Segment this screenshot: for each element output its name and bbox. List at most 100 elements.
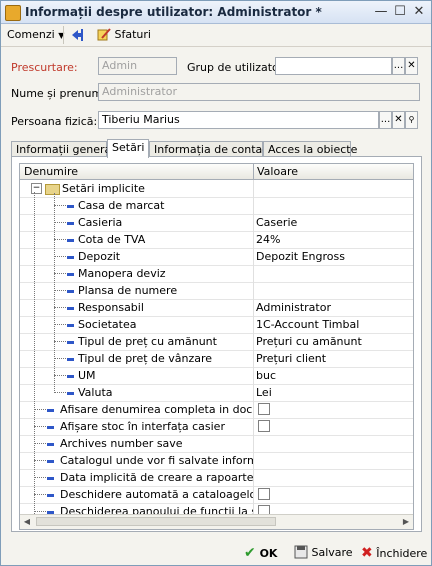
grid-row[interactable]: Casieria Caserie	[20, 214, 413, 232]
grid-cell-name: Manopera deviz	[20, 265, 254, 282]
button-bar: ✔ OK Salvare ✖ Închidere	[1, 541, 431, 565]
setting-value: Depozit Engross	[256, 250, 345, 263]
maximize-button[interactable]: ☐	[392, 4, 408, 20]
full-name-field[interactable]: Administrator	[98, 83, 420, 101]
setting-name: Tipul de preț cu amănunt	[78, 335, 217, 348]
natural-person-field[interactable]: Tiberiu Marius	[98, 111, 379, 129]
grid-cell-value[interactable]	[254, 401, 413, 418]
user-group-field[interactable]	[275, 57, 392, 75]
setting-name: Valuta	[78, 386, 113, 399]
setting-item-icon	[67, 273, 74, 276]
setting-value: 1C-Account Timbal	[256, 318, 360, 331]
grid-cell-value[interactable]: Lei	[254, 384, 413, 401]
grid-row[interactable]: Tipul de preț de vânzare Prețuri client	[20, 350, 413, 368]
grid-row[interactable]: Tipul de preț cu amănunt Prețuri cu amănu…	[20, 333, 413, 351]
grid-row[interactable]: UM buc	[20, 367, 413, 385]
back-arrow-button[interactable]	[70, 27, 86, 43]
user-group-select-button[interactable]: ...	[392, 57, 405, 75]
grid-cell-value[interactable]: 1C-Account Timbal	[254, 316, 413, 333]
grid-cell-value[interactable]: Depozit Engross	[254, 248, 413, 265]
grid-cell-value[interactable]: 24%	[254, 231, 413, 248]
natural-person-clear-button[interactable]: ✕	[392, 111, 405, 129]
grid-cell-name: Afișare stoc în interfața casier	[20, 418, 254, 435]
grid-row[interactable]: Catalogul unde vor fi salvate informații…	[20, 452, 413, 470]
tree-line	[54, 256, 66, 257]
grid-cell-value[interactable]	[254, 435, 413, 452]
abbreviation-field[interactable]: Admin	[98, 57, 177, 75]
grid-cell-value[interactable]	[254, 265, 413, 282]
column-header-name[interactable]: Denumire	[24, 165, 78, 178]
setting-checkbox[interactable]	[258, 488, 270, 500]
grid-row[interactable]: Depozit Depozit Engross	[20, 248, 413, 266]
commands-menu[interactable]: Comenzi ▼	[7, 27, 64, 43]
setting-value: Caserie	[256, 216, 298, 229]
grid-row-group[interactable]: − Setări implicite	[20, 180, 413, 198]
grid-cell-name: Data implicită de creare a rapoartelor	[20, 469, 254, 486]
close-window-button[interactable]: ✕	[411, 4, 427, 20]
natural-person-select-button[interactable]: ...	[379, 111, 392, 129]
scroll-left-icon[interactable]: ◀	[20, 515, 34, 528]
tab-object-access[interactable]: Acces la obiecte	[263, 141, 357, 157]
grid-row[interactable]: Data implicită de creare a rapoartelor	[20, 469, 413, 487]
grid-cell-value[interactable]	[254, 197, 413, 214]
hints-button[interactable]: Sfaturi	[97, 27, 151, 43]
settings-grid: Denumire Valoare − Setări implicite Casa d…	[19, 163, 414, 530]
tab-general-info[interactable]: Informații generale	[11, 141, 121, 157]
grid-row[interactable]: Afisare denumirea completa in docum...	[20, 401, 413, 419]
setting-checkbox[interactable]	[258, 420, 270, 432]
grid-row[interactable]: Plansa de numere	[20, 282, 413, 300]
grid-cell-value[interactable]: Prețuri client	[254, 350, 413, 367]
tab-settings[interactable]: Setări	[107, 139, 149, 158]
grid-cell-name: Societatea	[20, 316, 254, 333]
column-header-value[interactable]: Valoare	[257, 165, 298, 178]
close-button[interactable]: ✖ Închidere	[361, 543, 427, 563]
horizontal-scrollbar[interactable]: ◀ ▶	[20, 514, 413, 529]
setting-name: Societatea	[78, 318, 137, 331]
setting-checkbox[interactable]	[258, 403, 270, 415]
grid-cell-name: Afisare denumirea completa in docum...	[20, 401, 254, 418]
back-arrow-icon	[72, 29, 83, 41]
grid-row[interactable]: Casa de marcat	[20, 197, 413, 215]
setting-item-icon	[47, 409, 54, 412]
save-button[interactable]: Salvare	[294, 543, 353, 563]
grid-cell-value[interactable]	[254, 469, 413, 486]
grid-cell-value[interactable]	[254, 486, 413, 503]
grid-cell-value[interactable]	[254, 418, 413, 435]
grid-row[interactable]: Valuta Lei	[20, 384, 413, 402]
floppy-disk-icon	[294, 545, 308, 559]
search-icon: ⚲	[408, 115, 415, 124]
grid-cell-value[interactable]: Caserie	[254, 214, 413, 231]
tree-line	[34, 426, 46, 427]
setting-value: Prețuri client	[256, 352, 327, 365]
minimize-button[interactable]: —	[373, 4, 389, 20]
grid-cell-value[interactable]: buc	[254, 367, 413, 384]
setting-item-icon	[67, 222, 74, 225]
grid-row[interactable]: Afișare stoc în interfața casier	[20, 418, 413, 436]
grid-row[interactable]: Responsabil Administrator	[20, 299, 413, 317]
natural-person-search-button[interactable]: ⚲	[405, 111, 418, 129]
grid-cell-value[interactable]	[254, 452, 413, 469]
grid-cell-name: Depozit	[20, 248, 254, 265]
tree-line	[34, 409, 46, 410]
grid-row[interactable]: Manopera deviz	[20, 265, 413, 283]
ok-button[interactable]: ✔ OK	[244, 543, 277, 563]
grid-row[interactable]: Archives number save	[20, 435, 413, 453]
grid-cell-name: Cota de TVA	[20, 231, 254, 248]
grid-cell-value[interactable]	[254, 282, 413, 299]
scroll-right-icon[interactable]: ▶	[399, 515, 413, 528]
user-group-clear-button[interactable]: ✕	[405, 57, 418, 75]
setting-name: Manopera deviz	[78, 267, 166, 280]
setting-name: Casieria	[78, 216, 123, 229]
window-title: Informații despre utilizator: Administra…	[25, 5, 322, 19]
grid-cell-value	[254, 180, 413, 197]
grid-cell-value[interactable]: Prețuri cu amănunt	[254, 333, 413, 350]
grid-cell-value[interactable]: Administrator	[254, 299, 413, 316]
setting-item-icon	[47, 443, 54, 446]
expand-toggle-icon[interactable]: −	[31, 183, 42, 194]
tab-contact-info[interactable]: Informația de contact	[149, 141, 273, 157]
grid-row[interactable]: Cota de TVA 24%	[20, 231, 413, 249]
grid-row[interactable]: Deschidere automată a cataloagelor l...	[20, 486, 413, 504]
scroll-thumb[interactable]	[36, 517, 276, 526]
grid-row[interactable]: Societatea 1C-Account Timbal	[20, 316, 413, 334]
abbreviation-label: Prescurtare:	[11, 61, 78, 74]
